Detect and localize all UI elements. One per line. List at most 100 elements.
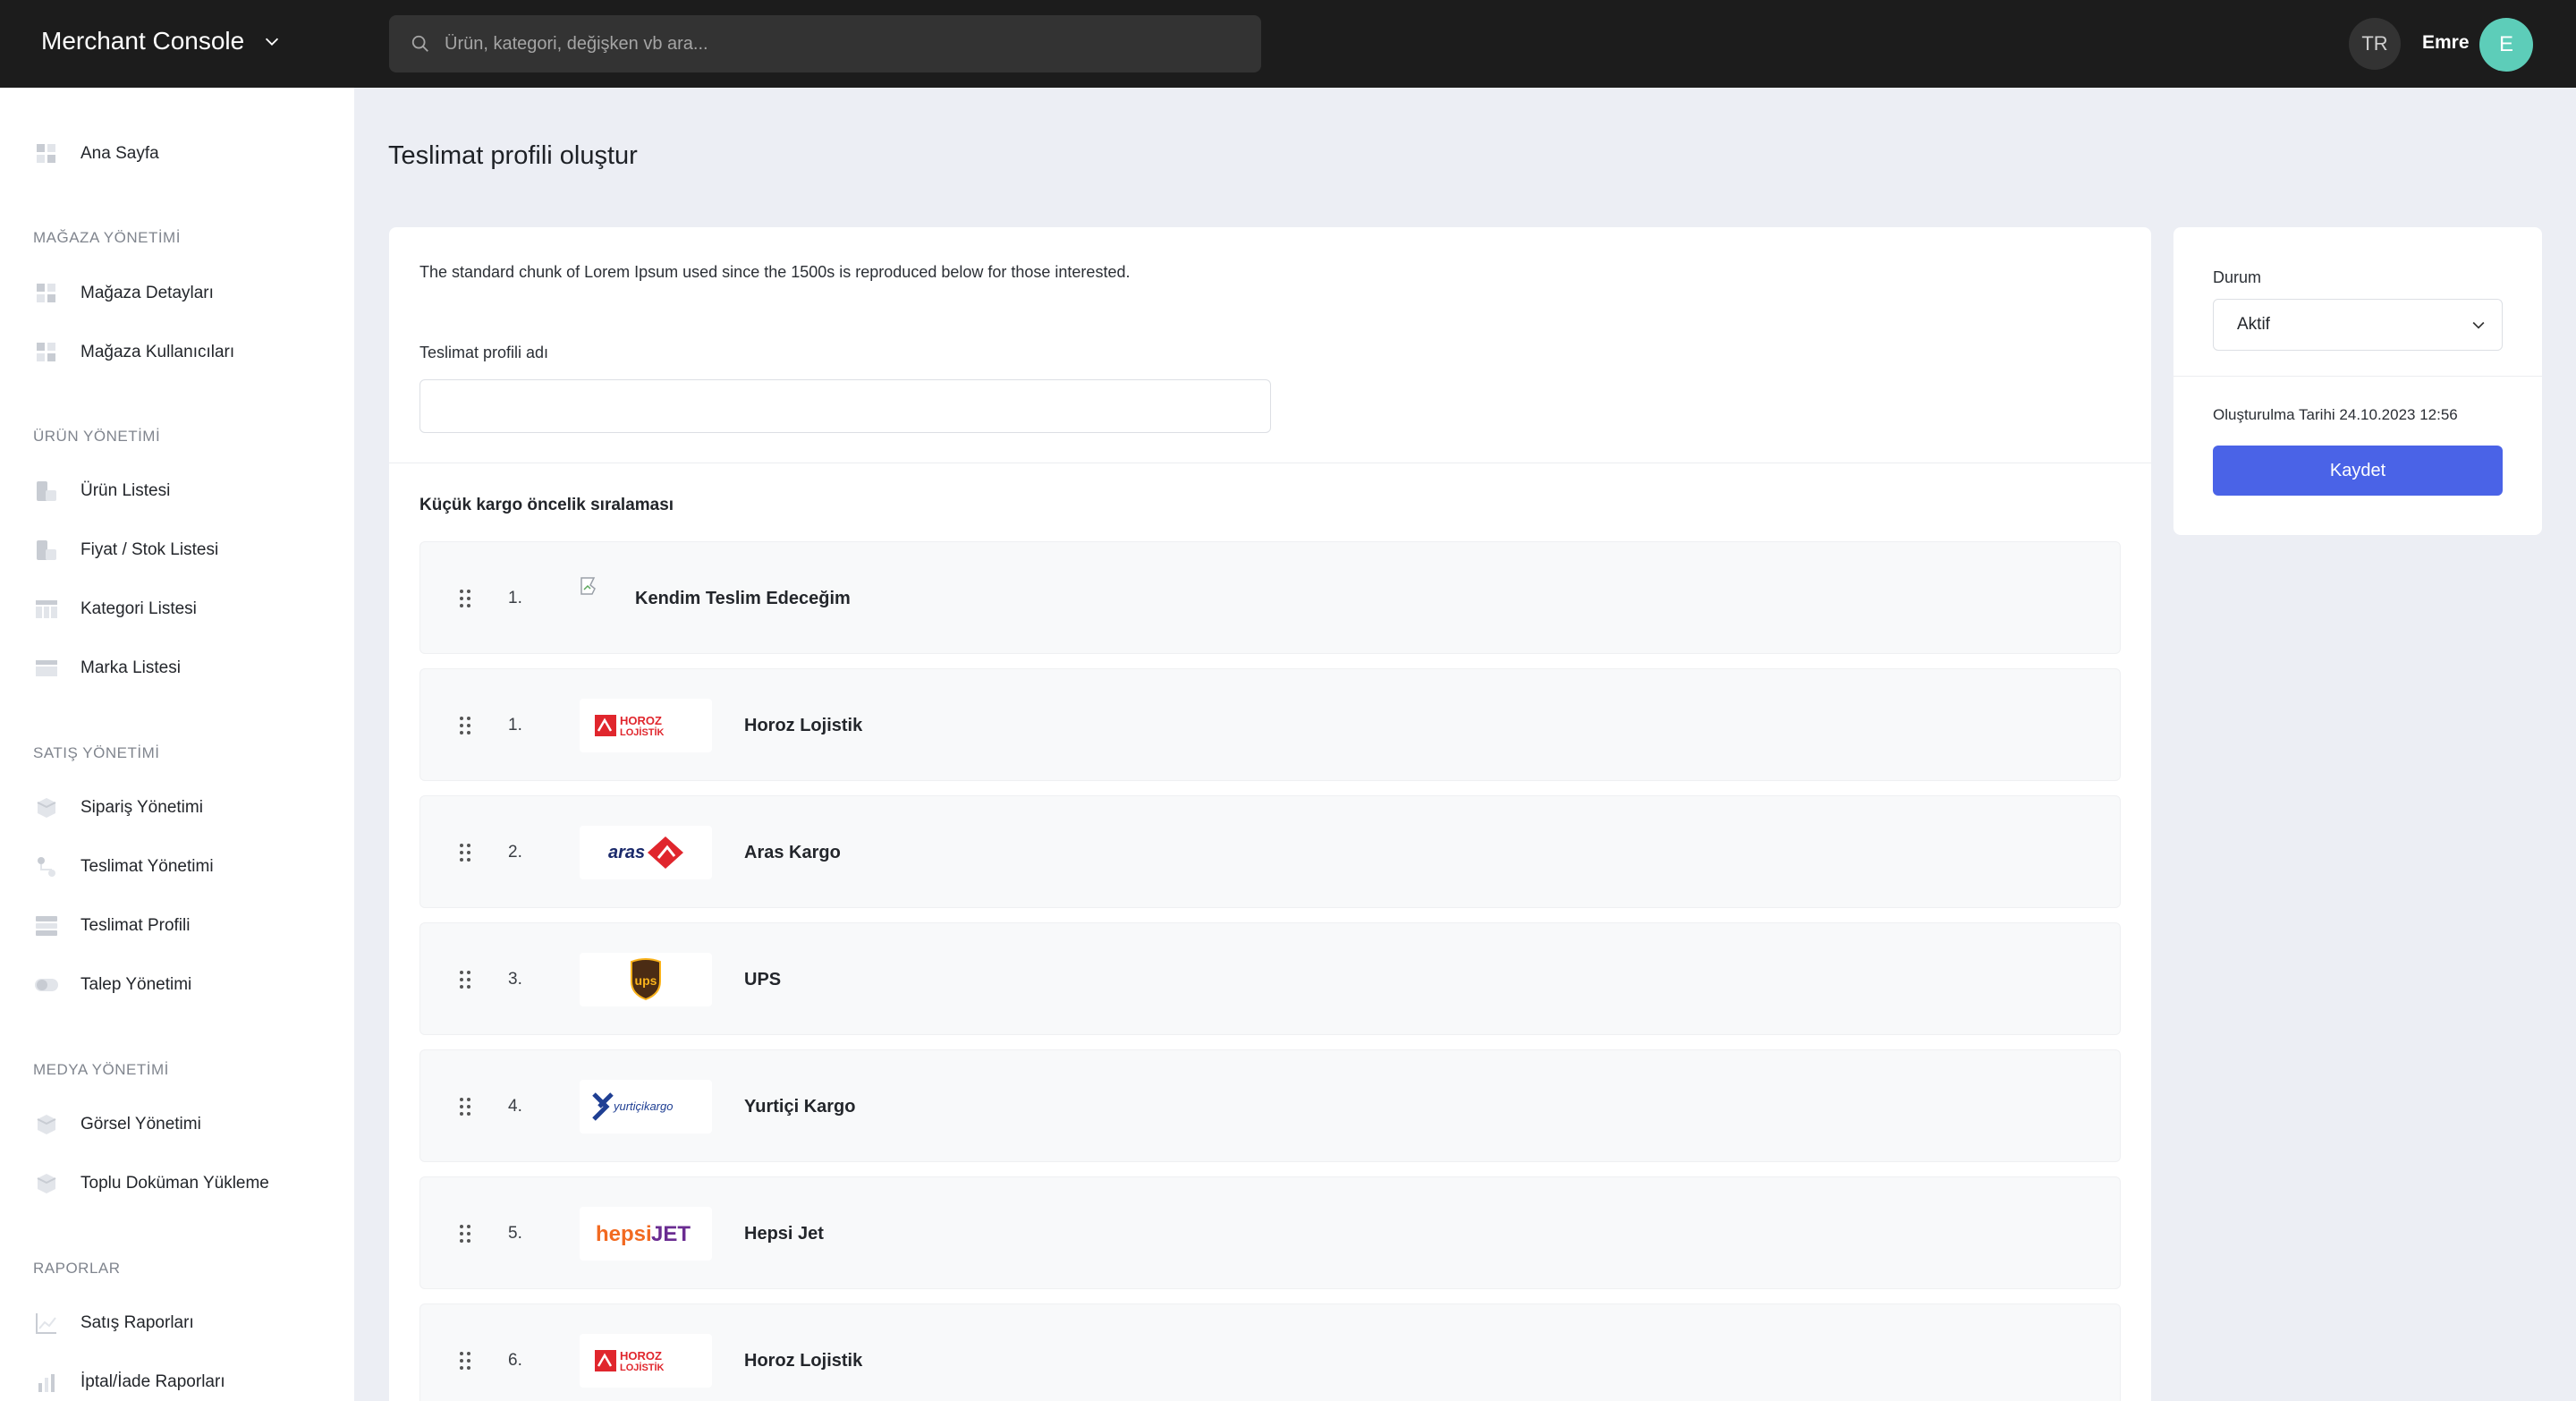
svg-text:yurtiçikargo: yurtiçikargo: [613, 1100, 673, 1113]
status-select[interactable]: Aktif: [2213, 299, 2503, 351]
sidebar-item-label: Teslimat Yönetimi: [80, 857, 214, 876]
carrier-row[interactable]: 2. aras Aras Kargo: [419, 795, 2121, 908]
top-navbar: Merchant Console TR Emre E: [0, 0, 2576, 88]
sidebar-section-title: ÜRÜN YÖNETİMİ: [33, 428, 161, 445]
priority-section-title: Küçük kargo öncelik sıralaması: [419, 496, 674, 514]
sidebar-item-label: Ana Sayfa: [80, 144, 159, 163]
carrier-row[interactable]: 1. HOROZ LOJİSTİK Horoz Lojistik: [419, 668, 2121, 781]
status-panel: Durum Aktif Oluşturulma Tarihi 24.10.202…: [2174, 227, 2542, 535]
sidebar-item-label: Teslimat Profili: [80, 916, 191, 935]
horoz-logo: HOROZ LOJİSTİK: [580, 699, 712, 752]
status-value: Aktif: [2237, 315, 2270, 334]
svg-text:LOJİSTİK: LOJİSTİK: [620, 726, 665, 738]
drag-handle-icon[interactable]: [458, 1096, 472, 1117]
sidebar-item-label: Talep Yönetimi: [80, 975, 192, 994]
sidebar-item-label: Satış Raporları: [80, 1313, 194, 1332]
search-bar[interactable]: [389, 15, 1261, 72]
table-icon: [34, 597, 59, 622]
sidebar-item-delivery-profile[interactable]: Teslimat Profili: [34, 908, 190, 944]
sidebar-item-refund-reports[interactable]: İptal/İade Raporları: [34, 1364, 225, 1400]
svg-text:HOROZ: HOROZ: [620, 1349, 662, 1363]
svg-text:aras: aras: [608, 843, 645, 862]
sidebar: Ana Sayfa MAĞAZA YÖNETİMİ Mağaza Detayla…: [0, 88, 354, 1401]
svg-text:hepsi: hepsi: [596, 1222, 652, 1246]
carrier-name: Aras Kargo: [744, 843, 841, 862]
hepsijet-logo: hepsi JET: [580, 1207, 712, 1261]
ups-logo: ups: [580, 953, 712, 1006]
profile-name-input[interactable]: [419, 379, 1271, 433]
product-icon: [34, 479, 59, 504]
sidebar-item-requests[interactable]: Talep Yönetimi: [34, 967, 191, 1003]
carrier-row[interactable]: 1. Kendim Teslim Edeceğim: [419, 541, 2121, 654]
sidebar-item-store-users[interactable]: Mağaza Kullanıcıları: [34, 335, 234, 370]
sidebar-item-label: İptal/İade Raporları: [80, 1372, 225, 1391]
sidebar-item-price-stock[interactable]: Fiyat / Stok Listesi: [34, 532, 218, 568]
carrier-rank: 4.: [508, 1097, 522, 1116]
carrier-rank: 6.: [508, 1351, 522, 1370]
sidebar-item-label: Marka Listesi: [80, 658, 181, 677]
sidebar-item-product-list[interactable]: Ürün Listesi: [34, 473, 170, 509]
avatar[interactable]: E: [2479, 18, 2533, 72]
app-switcher[interactable]: Merchant Console: [41, 27, 282, 55]
page-title: Teslimat profili oluştur: [388, 141, 638, 170]
sidebar-item-label: Ürün Listesi: [80, 481, 171, 500]
toggle-icon: [34, 972, 59, 998]
carrier-row[interactable]: 4. yurtiçikargo Yurtiçi Kargo: [419, 1049, 2121, 1162]
sidebar-item-delivery[interactable]: Teslimat Yönetimi: [34, 849, 214, 885]
broken-image-icon: [580, 577, 596, 595]
carrier-rank: 3.: [508, 970, 522, 989]
sidebar-item-label: Mağaza Detayları: [80, 284, 214, 302]
save-button[interactable]: Kaydet: [2213, 446, 2503, 496]
profile-name-label: Teslimat profili adı: [419, 344, 549, 361]
sidebar-item-orders[interactable]: Sipariş Yönetimi: [34, 790, 203, 826]
sidebar-item-bulk-upload[interactable]: Toplu Doküman Yükleme: [34, 1166, 269, 1201]
carrier-rank: 1.: [508, 589, 522, 607]
sidebar-item-brand-list[interactable]: Marka Listesi: [34, 650, 181, 686]
carrier-row[interactable]: 3. ups UPS: [419, 922, 2121, 1035]
chevron-down-icon: [266, 38, 279, 46]
sidebar-item-sales-reports[interactable]: Satış Raporları: [34, 1305, 194, 1341]
drag-handle-icon[interactable]: [458, 1350, 472, 1371]
server-icon: [34, 913, 59, 938]
app-title: Merchant Console: [41, 27, 245, 55]
sidebar-section-title: SATIŞ YÖNETİMİ: [33, 744, 160, 761]
carrier-name: Horoz Lojistik: [744, 1351, 863, 1371]
carrier-name: Horoz Lojistik: [744, 716, 863, 735]
status-label: Durum: [2213, 268, 2262, 286]
sidebar-item-label: Sipariş Yönetimi: [80, 798, 203, 817]
sidebar-item-store-details[interactable]: Mağaza Detayları: [34, 276, 214, 311]
sidebar-item-category-list[interactable]: Kategori Listesi: [34, 591, 197, 627]
drag-handle-icon[interactable]: [458, 842, 472, 863]
grid-icon: [34, 281, 59, 306]
search-icon: [411, 35, 428, 52]
sidebar-item-home[interactable]: Ana Sayfa: [34, 136, 159, 172]
created-date: Oluşturulma Tarihi 24.10.2023 12:56: [2213, 406, 2458, 423]
list-icon: [34, 656, 59, 681]
carrier-name: UPS: [744, 970, 782, 989]
user-name[interactable]: Emre: [2422, 32, 2470, 54]
box-icon: [34, 1171, 59, 1196]
sidebar-section-title: MAĞAZA YÖNETİMİ: [33, 229, 181, 246]
sidebar-item-label: Mağaza Kullanıcıları: [80, 343, 235, 361]
svg-text:HOROZ: HOROZ: [620, 714, 662, 727]
sidebar-item-image-management[interactable]: Görsel Yönetimi: [34, 1107, 201, 1142]
drag-handle-icon[interactable]: [458, 969, 472, 990]
drag-handle-icon[interactable]: [458, 588, 472, 609]
aras-logo: aras: [580, 826, 712, 879]
search-input[interactable]: [445, 33, 1232, 55]
carrier-row[interactable]: 5. hepsi JET Hepsi Jet: [419, 1176, 2121, 1289]
grid-icon: [34, 340, 59, 365]
drag-handle-icon[interactable]: [458, 1223, 472, 1244]
chevron-down-icon: [2472, 321, 2485, 329]
sidebar-item-label: Görsel Yönetimi: [80, 1115, 201, 1134]
product-icon: [34, 538, 59, 563]
carrier-row[interactable]: 6. HOROZ LOJİSTİK Horoz Lojistik: [419, 1303, 2121, 1401]
drag-handle-icon[interactable]: [458, 715, 472, 736]
bar-chart-icon: [34, 1370, 59, 1395]
svg-text:JET: JET: [651, 1222, 691, 1246]
language-switcher[interactable]: TR: [2349, 18, 2401, 70]
box-icon: [34, 795, 59, 820]
route-icon: [34, 854, 59, 879]
horoz-logo: HOROZ LOJİSTİK: [580, 1334, 712, 1388]
sidebar-item-label: Fiyat / Stok Listesi: [80, 540, 219, 559]
